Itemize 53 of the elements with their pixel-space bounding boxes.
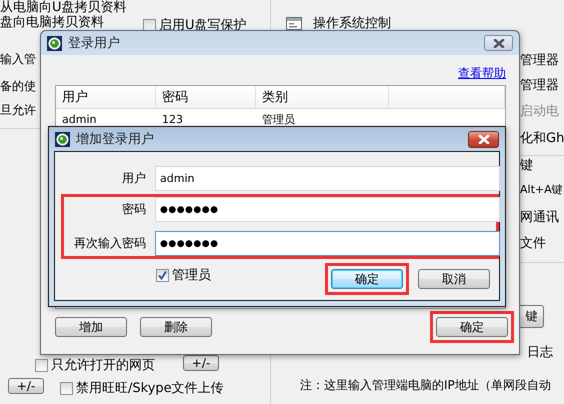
password-field[interactable]: ●●●●●●● bbox=[155, 197, 500, 222]
option-label: 输入管 bbox=[0, 52, 36, 67]
password-field[interactable]: ●●●●●●● bbox=[155, 231, 500, 256]
option-label: 化和Gh bbox=[520, 131, 564, 146]
ok-button[interactable]: 确定 bbox=[331, 269, 403, 289]
window-title: 增加登录用户 bbox=[76, 131, 154, 148]
table-cell-text: admin bbox=[61, 112, 98, 128]
close-icon bbox=[478, 134, 490, 144]
column-header[interactable]: 类别 bbox=[256, 86, 389, 109]
field-label: 密码 bbox=[121, 201, 146, 218]
username-field[interactable]: admin bbox=[155, 166, 500, 191]
delete-button[interactable]: 删除 bbox=[140, 317, 212, 337]
option-label: 启动电 bbox=[520, 104, 559, 119]
column-header[interactable]: 密码 bbox=[156, 86, 256, 109]
app-icon bbox=[47, 36, 62, 50]
section-title: 操作系统控制 bbox=[313, 16, 391, 31]
field-label: 用户 bbox=[121, 170, 146, 187]
help-link[interactable]: 查看帮助 bbox=[458, 65, 506, 82]
checkbox[interactable] bbox=[60, 382, 73, 394]
checkbox-label: 禁用旺旺/Skype文件上传 bbox=[76, 380, 224, 397]
option-button[interactable]: 键 bbox=[519, 305, 544, 328]
window-title: 登录用户 bbox=[68, 35, 120, 52]
option-label: Alt+A键 bbox=[520, 182, 563, 197]
plus-minus-button[interactable]: +/- bbox=[8, 378, 44, 394]
plus-minus-button[interactable]: +/- bbox=[183, 355, 219, 371]
option-label: 盘向电脑拷贝资料 bbox=[0, 15, 104, 30]
close-button[interactable] bbox=[468, 130, 499, 148]
checkbox[interactable] bbox=[156, 268, 169, 282]
option-label: 键 bbox=[520, 158, 533, 173]
option-label: 文件 bbox=[520, 236, 546, 251]
checkbox-label: 管理员 bbox=[172, 267, 211, 284]
note-text: 注：这里输入管理端电脑的IP地址（单网段自动 bbox=[300, 378, 551, 393]
checkbox[interactable] bbox=[35, 358, 48, 372]
close-button[interactable] bbox=[484, 35, 513, 51]
option-label: 管理器 bbox=[520, 78, 559, 93]
option-label: 备的使 bbox=[0, 79, 36, 94]
window-icon bbox=[286, 17, 302, 30]
app-icon bbox=[55, 132, 70, 146]
add-button[interactable]: 增加 bbox=[55, 317, 127, 337]
checkbox-label: 只允许打开的网页 bbox=[51, 357, 155, 374]
option-label: 旦允许 bbox=[0, 103, 36, 118]
checkbox[interactable] bbox=[143, 18, 156, 32]
option-label: 从电脑向U盘拷贝资料 bbox=[0, 0, 127, 15]
field-label: 再次输入密码 bbox=[73, 235, 146, 252]
table-cell-text: 管理员 bbox=[261, 112, 296, 128]
table-cell-text: 123 bbox=[161, 112, 184, 128]
close-icon bbox=[492, 38, 504, 48]
option-label: 日志 bbox=[527, 345, 553, 360]
option-label: 管理器 bbox=[520, 53, 559, 68]
ok-button[interactable]: 确定 bbox=[436, 317, 508, 337]
column-header[interactable]: 用户 bbox=[56, 86, 156, 109]
option-label: 网通讯 bbox=[520, 210, 559, 225]
cancel-button[interactable]: 取消 bbox=[418, 269, 490, 289]
